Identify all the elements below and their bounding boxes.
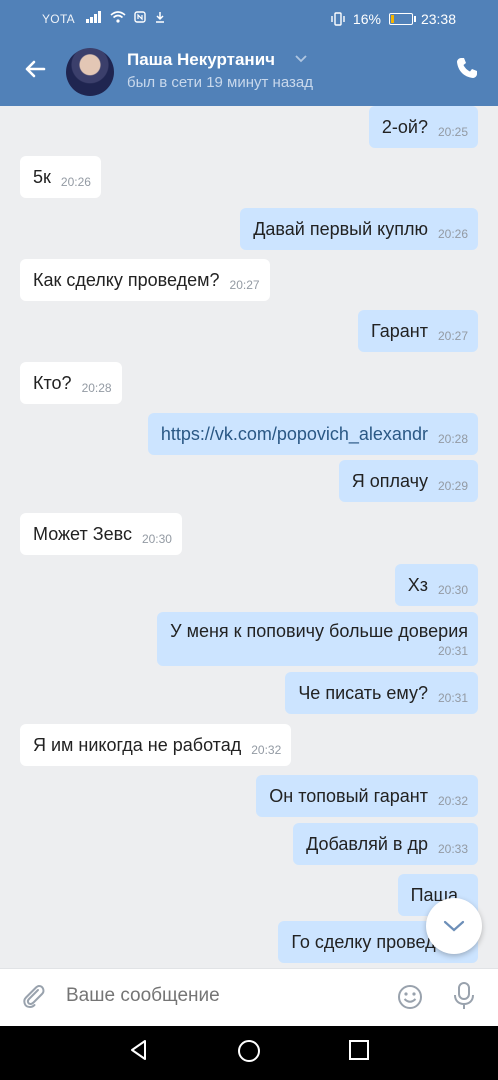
message-outgoing[interactable]: Хз 20:30 bbox=[394, 564, 478, 606]
message-text: Может Зевс bbox=[33, 523, 132, 544]
paperclip-icon[interactable] bbox=[20, 983, 48, 1018]
scroll-down-button[interactable] bbox=[426, 898, 482, 954]
message-outgoing[interactable]: 2-ой? 20:25 bbox=[368, 106, 478, 148]
message-input[interactable] bbox=[66, 985, 376, 1007]
battery-percent: 16% bbox=[352, 11, 381, 27]
message-outgoing[interactable]: Он топовый гарант 20:32 bbox=[256, 775, 478, 817]
message-time: 20:32 bbox=[251, 743, 282, 757]
wifi-icon bbox=[110, 11, 126, 23]
smile-icon[interactable] bbox=[396, 983, 424, 1018]
message-link[interactable]: https://vk.com/popovich_alexandr bbox=[161, 424, 428, 445]
chat-header: Паша Некуртанич был в сети 19 минут наза… bbox=[0, 40, 498, 106]
chevron-down-icon bbox=[443, 920, 465, 932]
signal-indicators bbox=[86, 11, 166, 23]
message-composer bbox=[0, 968, 498, 1027]
message-time: 20:28 bbox=[437, 432, 468, 446]
message-text: Я оплачу bbox=[351, 470, 428, 491]
message-time: 20:31 bbox=[437, 691, 468, 705]
message-text: Добавляй в др bbox=[306, 833, 428, 854]
message-text: Кто? bbox=[33, 372, 72, 393]
back-arrow-icon[interactable] bbox=[20, 54, 50, 84]
message-incoming[interactable]: Кто? 20:28 bbox=[20, 362, 122, 404]
message-time: 20:32 bbox=[437, 794, 468, 808]
top-bar: YOTA 16% 23:38 Паша Некуртанич был в сет… bbox=[0, 0, 498, 106]
message-text: 2-ой? bbox=[381, 116, 428, 137]
message-text: У меня к поповичу больше доверия bbox=[170, 620, 468, 641]
download-icon bbox=[156, 12, 164, 23]
chevron-down-icon[interactable] bbox=[294, 51, 308, 68]
carrier-label: YOTA bbox=[42, 12, 75, 26]
message-time: 20:28 bbox=[81, 381, 112, 395]
message-time: 20:26 bbox=[437, 227, 468, 241]
message-time: 20:33 bbox=[437, 842, 468, 856]
message-outgoing[interactable]: Я оплачу 20:29 bbox=[338, 460, 478, 502]
message-outgoing[interactable]: Че писать ему? 20:31 bbox=[285, 672, 478, 714]
message-outgoing[interactable]: Гарант 20:27 bbox=[358, 310, 478, 352]
message-text: Он топовый гарант bbox=[269, 785, 428, 806]
message-incoming[interactable]: 5к 20:26 bbox=[20, 156, 101, 198]
message-time: 20:27 bbox=[229, 278, 260, 292]
nav-recents-icon[interactable] bbox=[344, 1038, 374, 1068]
nav-home-icon[interactable] bbox=[234, 1038, 264, 1068]
message-incoming[interactable]: Может Зевс 20:30 bbox=[20, 513, 182, 555]
battery-icon bbox=[388, 13, 416, 25]
message-text: 5к bbox=[33, 166, 51, 187]
contact-name[interactable]: Паша Некуртанич bbox=[127, 50, 275, 70]
nav-back-icon[interactable] bbox=[124, 1038, 154, 1068]
message-text: Хз bbox=[407, 574, 428, 595]
signal-icon bbox=[86, 11, 101, 23]
message-text: Как сделку проведем? bbox=[33, 269, 220, 290]
system-nav-bar bbox=[0, 1026, 498, 1080]
message-time: 20:29 bbox=[437, 479, 468, 493]
message-time: 20:30 bbox=[437, 583, 468, 597]
clock: 23:38 bbox=[420, 11, 456, 27]
battery-fill bbox=[390, 15, 394, 23]
message-outgoing-link[interactable]: https://vk.com/popovich_alexandr 20:28 bbox=[147, 413, 478, 455]
message-outgoing[interactable]: Добавляй в др 20:33 bbox=[293, 823, 478, 865]
message-time: 20:27 bbox=[437, 329, 468, 343]
vibrate-icon bbox=[331, 12, 345, 26]
message-incoming[interactable]: Как сделку проведем? 20:27 bbox=[20, 259, 270, 301]
status-bar: YOTA 16% 23:38 bbox=[0, 0, 498, 38]
message-time: 20:26 bbox=[60, 175, 91, 189]
message-text: Я им никогда не работад bbox=[33, 734, 242, 755]
message-text: Гарант bbox=[371, 320, 428, 341]
message-incoming[interactable]: Я им никогда не работад 20:32 bbox=[20, 724, 292, 766]
message-outgoing[interactable]: У меня к поповичу больше доверия 20:31 bbox=[157, 612, 478, 666]
message-list[interactable]: 2-ой? 20:25 5к 20:26 Давай первый куплю 20:… bbox=[0, 106, 498, 968]
message-time: 20:30 bbox=[141, 532, 172, 546]
message-time: 20:31 bbox=[437, 643, 468, 658]
status-right: 16% 23:38 bbox=[331, 11, 456, 27]
avatar[interactable] bbox=[66, 48, 114, 96]
last-seen-status: был в сети 19 минут назад bbox=[127, 74, 313, 91]
phone-icon[interactable] bbox=[454, 56, 480, 82]
message-text: Че писать ему? bbox=[298, 682, 428, 703]
message-text: Давай первый куплю bbox=[253, 218, 428, 239]
message-time: 20:25 bbox=[437, 125, 468, 139]
message-outgoing[interactable]: Давай первый куплю 20:26 bbox=[240, 208, 478, 250]
nfc-icon bbox=[134, 11, 146, 23]
microphone-icon[interactable] bbox=[452, 981, 476, 1018]
